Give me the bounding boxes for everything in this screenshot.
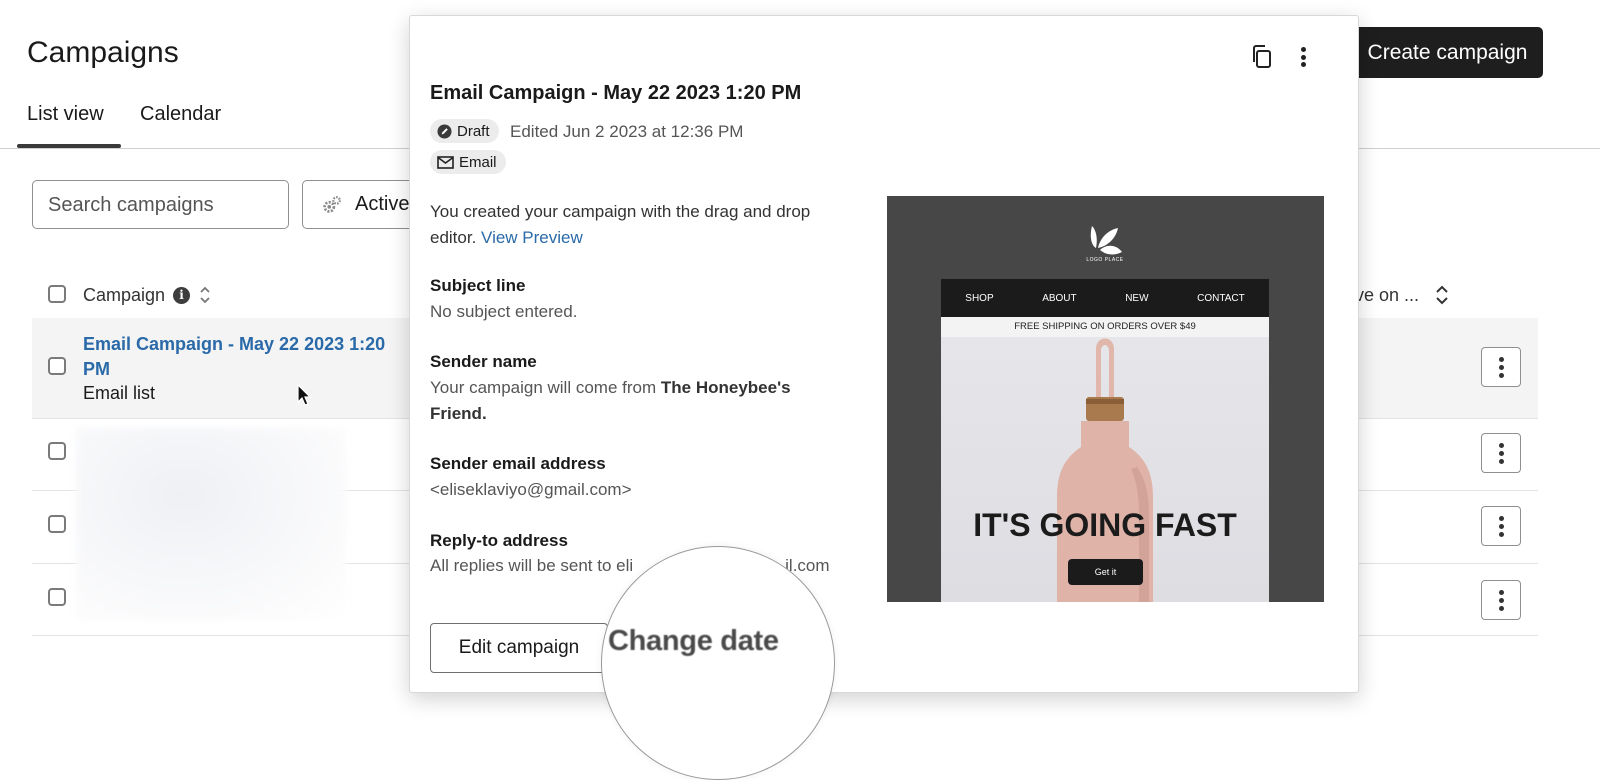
shipping-banner: FREE SHIPPING ON ORDERS OVER $49: [941, 317, 1269, 337]
leaf-logo-icon: [1090, 226, 1122, 255]
row-checkbox[interactable]: [48, 515, 66, 533]
more-options-icon[interactable]: [1298, 44, 1308, 70]
mail-icon: [437, 155, 454, 169]
blurred-rows: [76, 428, 346, 620]
row-checkbox[interactable]: [48, 442, 66, 460]
sender-name-value: Your campaign will come from The Honeybe…: [430, 378, 791, 423]
row-checkbox[interactable]: [48, 588, 66, 606]
email-nav-item: NEW: [1125, 292, 1149, 304]
brand-logo: LOGO PLACE: [1080, 224, 1130, 263]
reply-to-label: Reply-to address: [430, 531, 568, 550]
email-preview-thumbnail[interactable]: LOGO PLACE SHOP ABOUT NEW CONTACT FREE S…: [887, 196, 1324, 602]
pencil-icon: [437, 123, 452, 139]
sort-icon[interactable]: [1434, 283, 1450, 307]
create-campaign-button[interactable]: Create campaign: [1352, 27, 1543, 78]
mouse-cursor-icon: [297, 384, 312, 406]
sender-email-value: <eliseklaviyo@gmail.com>: [430, 480, 632, 499]
gears-icon: [323, 195, 341, 213]
view-preview-link[interactable]: View Preview: [481, 228, 583, 247]
copy-icon[interactable]: [1250, 44, 1274, 70]
search-input[interactable]: Search campaigns: [32, 180, 289, 229]
email-nav: SHOP ABOUT NEW CONTACT: [941, 279, 1269, 317]
hero-image: IT'S GOING FAST Get it: [941, 337, 1269, 602]
edited-timestamp: Edited Jun 2 2023 at 12:36 PM: [510, 122, 744, 141]
tab-list-view[interactable]: List view: [27, 103, 104, 126]
logo-text: LOGO PLACE: [1086, 257, 1124, 263]
email-nav-item: CONTACT: [1197, 292, 1245, 304]
campaign-name-link[interactable]: Email Campaign - May 22 2023 1:20 PM: [83, 332, 403, 382]
status-badge: Draft: [430, 119, 499, 143]
filter-label: Active: [355, 193, 410, 215]
row-checkbox[interactable]: [48, 357, 66, 375]
email-body: SHOP ABOUT NEW CONTACT FREE SHIPPING ON …: [941, 279, 1269, 602]
magnifier-overlay: [601, 546, 835, 780]
hero-headline: IT'S GOING FAST: [973, 507, 1237, 543]
panel-title: Email Campaign - May 22 2023 1:20 PM: [430, 82, 802, 104]
column-header-campaign[interactable]: Campaign i: [83, 284, 212, 306]
email-nav-item: SHOP: [965, 292, 994, 304]
channel-badge-label: Email: [459, 153, 497, 171]
change-date-button[interactable]: Change date: [608, 625, 779, 658]
sender-email-label: Sender email address: [430, 454, 606, 473]
sort-icon[interactable]: [198, 284, 212, 306]
campaign-list-name: Email list: [83, 383, 156, 403]
campaign-preview-panel: Email Campaign - May 22 2023 1:20 PM Dra…: [409, 15, 1359, 693]
tab-calendar[interactable]: Calendar: [140, 103, 221, 126]
column-header-send-on[interactable]: ve on ...: [1355, 285, 1419, 306]
column-label: Campaign: [83, 284, 166, 305]
subject-line-label: Subject line: [430, 276, 526, 295]
email-nav-item: ABOUT: [1042, 292, 1077, 304]
page-title: Campaigns: [27, 36, 179, 69]
row-actions-button[interactable]: [1481, 433, 1521, 473]
info-icon[interactable]: i: [173, 286, 191, 304]
channel-badge: Email: [430, 150, 506, 174]
row-actions-button[interactable]: [1481, 347, 1521, 387]
subject-line-value: No subject entered.: [430, 302, 578, 321]
row-actions-button[interactable]: [1481, 506, 1521, 546]
status-badge-label: Draft: [457, 122, 490, 140]
hero-cta-button: Get it: [1068, 559, 1143, 585]
select-all-checkbox[interactable]: [48, 285, 66, 303]
sender-name-label: Sender name: [430, 352, 537, 371]
creation-note: You created your campaign with the drag …: [430, 202, 811, 247]
row-actions-button[interactable]: [1481, 580, 1521, 620]
edit-campaign-button[interactable]: Edit campaign: [430, 623, 608, 673]
